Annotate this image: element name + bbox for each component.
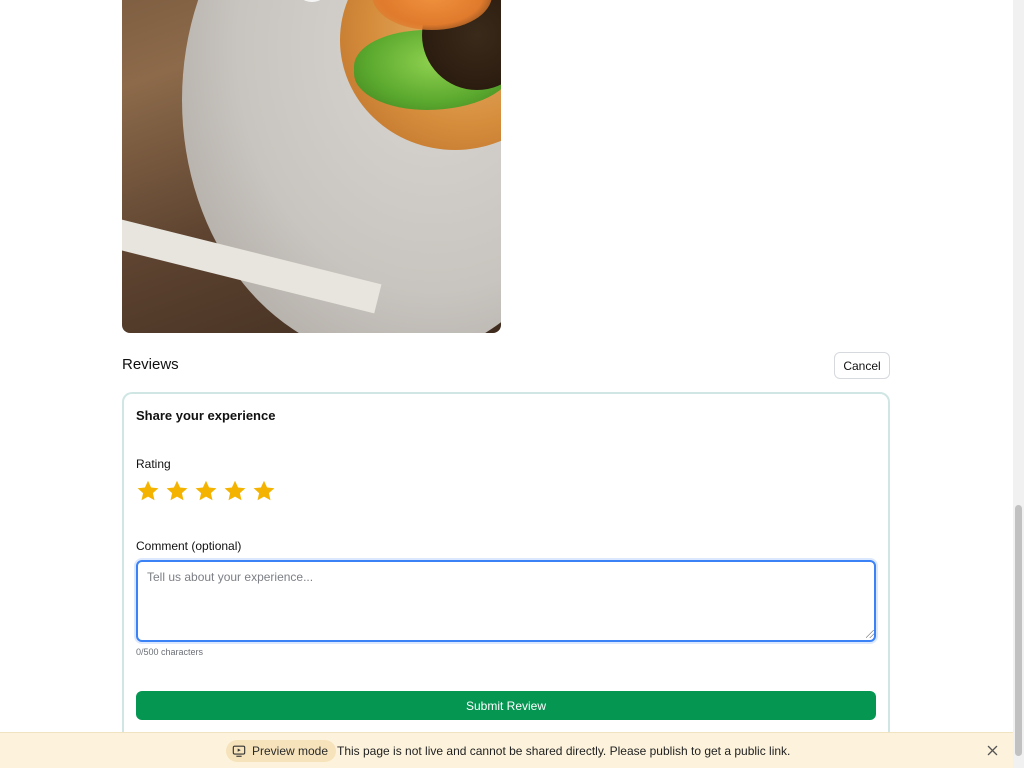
star-3-icon[interactable] — [194, 478, 218, 504]
submit-review-button[interactable]: Submit Review — [136, 691, 876, 720]
preview-mode-label: Preview mode — [252, 744, 329, 758]
comment-label: Comment (optional) — [136, 539, 242, 553]
preview-banner: Preview mode This page is not live and c… — [0, 732, 1013, 768]
close-icon[interactable] — [984, 742, 1000, 758]
reviews-heading: Reviews — [122, 356, 179, 373]
star-5-icon[interactable] — [252, 478, 276, 504]
textarea-resize-handle[interactable] — [866, 630, 874, 638]
preview-mode-pill: Preview mode — [226, 740, 337, 762]
rating-label: Rating — [136, 457, 171, 471]
review-form-title: Share your experience — [136, 408, 276, 423]
page-scrollbar[interactable] — [1013, 0, 1024, 768]
star-1-icon[interactable] — [136, 478, 160, 504]
star-rating — [136, 478, 276, 504]
star-4-icon[interactable] — [223, 478, 247, 504]
scrollbar-thumb[interactable] — [1015, 505, 1022, 756]
monitor-icon — [232, 745, 246, 757]
cancel-button[interactable]: Cancel — [834, 352, 890, 379]
comment-textarea[interactable] — [136, 560, 876, 642]
character-count: 0/500 characters — [136, 647, 204, 657]
page: Reviews Cancel Share your experience Rat… — [0, 0, 1013, 768]
burger-photo — [122, 0, 501, 333]
star-2-icon[interactable] — [165, 478, 189, 504]
preview-message: This page is not live and cannot be shar… — [337, 744, 791, 758]
